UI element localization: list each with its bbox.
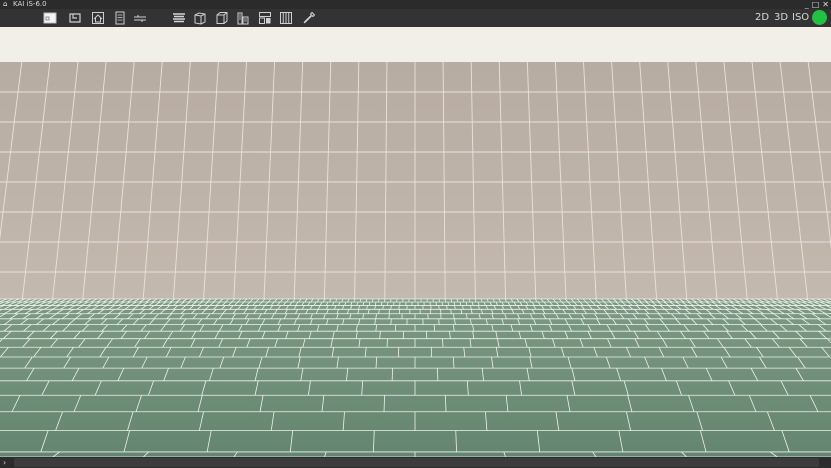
- mode-iso-button[interactable]: ISO: [792, 11, 809, 25]
- toolbar: 2D 3D ISO: [0, 9, 831, 27]
- layout-icon: [259, 12, 271, 24]
- building-icon: [237, 12, 249, 25]
- grid-tool-button[interactable]: [278, 10, 294, 26]
- scene-canvas: [0, 62, 831, 457]
- cube-tool-button[interactable]: [214, 10, 230, 26]
- window-title: KAI iS-6.0: [13, 0, 47, 8]
- document-tool-button[interactable]: [112, 10, 128, 26]
- tiled-floor: [0, 299, 831, 457]
- mode-2d-button[interactable]: 2D: [755, 11, 769, 25]
- house-icon: [92, 12, 104, 24]
- box-icon: [194, 12, 206, 25]
- stack-tool-button[interactable]: [171, 10, 187, 26]
- document-icon: [115, 11, 125, 25]
- grid-icon: [280, 12, 292, 24]
- minimize-button[interactable]: _: [805, 0, 809, 9]
- app-logo-icon: ⌂: [3, 0, 8, 8]
- align-tool-button[interactable]: [132, 10, 148, 26]
- title-bar: ⌂ KAI iS-6.0 _ □ ✕: [0, 0, 831, 9]
- status-indicator: [812, 10, 827, 25]
- room-tool-button[interactable]: [67, 10, 83, 26]
- maximize-button[interactable]: □: [812, 0, 820, 9]
- eyedropper-icon: [303, 11, 316, 24]
- 3d-viewport[interactable]: [0, 62, 831, 457]
- scrollbar-thumb[interactable]: [14, 458, 819, 467]
- mode-3d-button[interactable]: 3D: [774, 11, 788, 25]
- layout-tool-button[interactable]: [257, 10, 273, 26]
- eyedropper-tool-button[interactable]: [301, 10, 317, 26]
- box-tool-button[interactable]: [192, 10, 208, 26]
- rectangle-tool-button[interactable]: [42, 10, 58, 26]
- info-bar: [0, 27, 831, 63]
- house-tool-button[interactable]: [90, 10, 106, 26]
- building-tool-button[interactable]: [235, 10, 251, 26]
- align-icon: [134, 15, 146, 22]
- stack-icon: [173, 13, 185, 23]
- scroll-arrow-icon[interactable]: ›: [3, 457, 6, 468]
- rectangle-icon: [43, 12, 57, 24]
- close-button[interactable]: ✕: [822, 0, 829, 9]
- window-controls: _ □ ✕: [805, 0, 829, 9]
- room-icon: [69, 13, 81, 23]
- cube-icon: [216, 12, 228, 24]
